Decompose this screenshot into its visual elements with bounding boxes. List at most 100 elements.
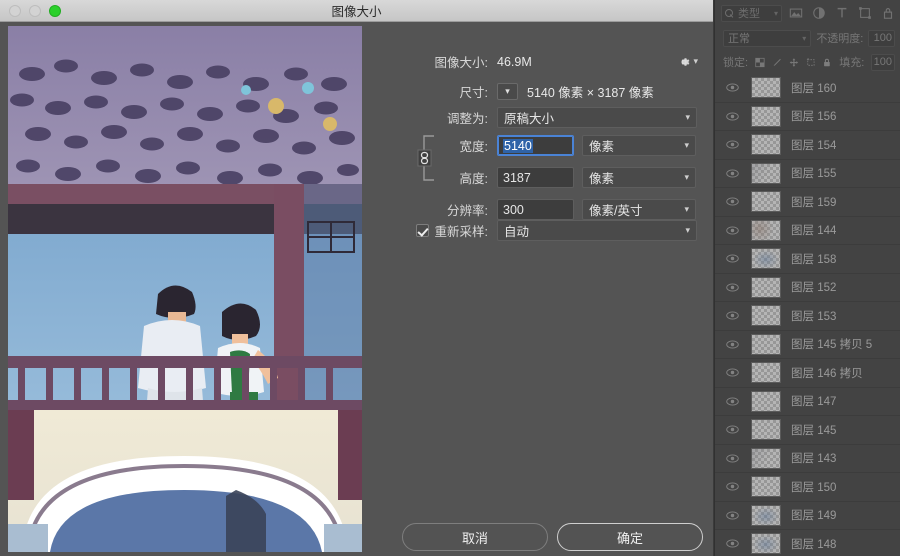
layer-thumbnail[interactable]: [745, 362, 787, 384]
fit-to-select[interactable]: 原稿大小 ▾: [497, 107, 697, 128]
dimensions-unit-dropdown[interactable]: ▾: [497, 83, 518, 100]
layer-thumbnail[interactable]: [745, 276, 787, 298]
layer-thumbnail[interactable]: [745, 77, 787, 99]
width-input[interactable]: 5140: [497, 135, 574, 156]
layer-name: 图层 159: [791, 196, 837, 209]
lock-all-icon[interactable]: [822, 56, 832, 69]
layer-visibility-toggle[interactable]: [719, 197, 745, 206]
layer-thumbnail[interactable]: [745, 219, 787, 241]
layer-visibility-toggle[interactable]: [719, 254, 745, 263]
adjustment-filter-icon[interactable]: [812, 6, 826, 20]
resample-checkbox[interactable]: [415, 224, 429, 237]
height-input[interactable]: 3187: [497, 167, 574, 188]
layer-name: 图层 144: [791, 225, 837, 238]
width-unit-select[interactable]: 像素 ▾: [582, 135, 696, 156]
layer-visibility-toggle[interactable]: [719, 283, 745, 292]
layer-row[interactable]: 图层 146 拷贝: [715, 359, 900, 388]
layer-visibility-toggle[interactable]: [719, 397, 745, 406]
layer-row[interactable]: 图层 160: [715, 74, 900, 103]
layer-visibility-toggle[interactable]: [719, 311, 745, 320]
lock-transparency-icon[interactable]: [755, 56, 765, 69]
layer-row[interactable]: 图层 145: [715, 416, 900, 445]
resample-select[interactable]: 自动 ▾: [497, 220, 697, 241]
opacity-value: 100: [873, 32, 892, 44]
zoom-button[interactable]: [49, 4, 61, 17]
ok-button-label: 确定: [616, 530, 643, 546]
layer-row[interactable]: 图层 143: [715, 445, 900, 473]
smartobject-filter-icon[interactable]: [881, 6, 895, 20]
layer-row[interactable]: 图层 158: [715, 245, 900, 274]
layer-visibility-toggle[interactable]: [719, 226, 745, 235]
layer-thumbnail[interactable]: [745, 476, 787, 498]
blend-mode-select[interactable]: 正常 ▾: [723, 29, 812, 47]
layer-thumbnail[interactable]: [745, 248, 787, 270]
layer-thumbnail[interactable]: [745, 504, 787, 526]
layer-filter-type-select[interactable]: 类型 ▾: [721, 4, 782, 22]
layer-row[interactable]: 图层 148: [715, 530, 900, 556]
layer-name: 图层 156: [791, 111, 837, 124]
lock-image-icon[interactable]: [772, 56, 782, 69]
layer-thumbnail[interactable]: [745, 390, 787, 412]
height-unit-select[interactable]: 像素 ▾: [582, 167, 696, 188]
layer-visibility-toggle[interactable]: [719, 539, 745, 548]
lock-fill-row: 锁定: 填充: 100: [715, 50, 900, 74]
text-filter-icon[interactable]: [835, 6, 849, 20]
layer-name: 图层 145: [791, 424, 837, 437]
layer-thumbnail[interactable]: [745, 419, 787, 441]
opacity-input[interactable]: 100: [868, 29, 895, 47]
resolution-unit-value: 像素/英寸: [589, 204, 643, 218]
constrain-proportions-link[interactable]: [412, 134, 438, 182]
layer-thumbnail[interactable]: [745, 447, 787, 469]
layer-thumbnail[interactable]: [745, 162, 787, 184]
gear-menu-button[interactable]: ▾: [677, 55, 698, 69]
cancel-button[interactable]: 取消: [402, 523, 548, 551]
layer-visibility-toggle[interactable]: [719, 454, 745, 463]
layer-visibility-toggle[interactable]: [719, 368, 745, 377]
layer-row[interactable]: 图层 155: [715, 160, 900, 188]
layer-visibility-toggle[interactable]: [719, 112, 745, 121]
layer-row[interactable]: 图层 145 拷贝 5: [715, 331, 900, 359]
layer-visibility-toggle[interactable]: [719, 425, 745, 434]
layer-visibility-toggle[interactable]: [719, 340, 745, 349]
lock-position-icon[interactable]: [789, 56, 799, 69]
layer-thumbnail[interactable]: [745, 191, 787, 213]
image-filter-icon[interactable]: [789, 6, 803, 20]
layer-thumbnail[interactable]: [745, 105, 787, 127]
layer-thumbnail[interactable]: [745, 134, 787, 156]
eye-icon: [725, 169, 739, 178]
image-preview[interactable]: [8, 26, 362, 552]
layer-visibility-toggle[interactable]: [719, 83, 745, 92]
layer-row[interactable]: 图层 159: [715, 188, 900, 217]
layer-name: 图层 149: [791, 510, 837, 523]
layer-thumbnail[interactable]: [745, 533, 787, 555]
gear-icon: [681, 57, 690, 66]
resolution-unit-select[interactable]: 像素/英寸 ▾: [582, 199, 696, 220]
close-button[interactable]: [9, 4, 21, 17]
layer-row[interactable]: 图层 152: [715, 274, 900, 302]
fill-input[interactable]: 100: [871, 53, 896, 71]
layer-row[interactable]: 图层 156: [715, 103, 900, 131]
chevron-down-icon: ▾: [685, 112, 690, 122]
eye-icon: [725, 226, 739, 235]
minimize-button[interactable]: [29, 4, 41, 17]
layer-row[interactable]: 图层 154: [715, 131, 900, 160]
lock-artboard-icon[interactable]: [806, 56, 816, 69]
layer-row[interactable]: 图层 149: [715, 502, 900, 530]
layer-name: 图层 158: [791, 253, 837, 266]
layer-thumbnail[interactable]: [745, 333, 787, 355]
layer-visibility-toggle[interactable]: [719, 511, 745, 520]
resolution-input[interactable]: 300: [497, 199, 574, 220]
layer-row[interactable]: 图层 153: [715, 302, 900, 331]
layer-row[interactable]: 图层 147: [715, 388, 900, 416]
ok-button[interactable]: 确定: [557, 523, 703, 551]
layer-visibility-toggle[interactable]: [719, 140, 745, 149]
resample-row: 重新采样: 自动 ▾: [372, 220, 714, 241]
layer-thumbnail[interactable]: [745, 305, 787, 327]
dialog-titlebar[interactable]: 图像大小: [0, 0, 713, 22]
layer-row[interactable]: 图层 144: [715, 217, 900, 245]
layer-visibility-toggle[interactable]: [719, 169, 745, 178]
layers-filter-row: 类型 ▾: [715, 0, 900, 26]
shape-filter-icon[interactable]: [858, 6, 872, 20]
layer-row[interactable]: 图层 150: [715, 473, 900, 502]
layer-visibility-toggle[interactable]: [719, 482, 745, 491]
